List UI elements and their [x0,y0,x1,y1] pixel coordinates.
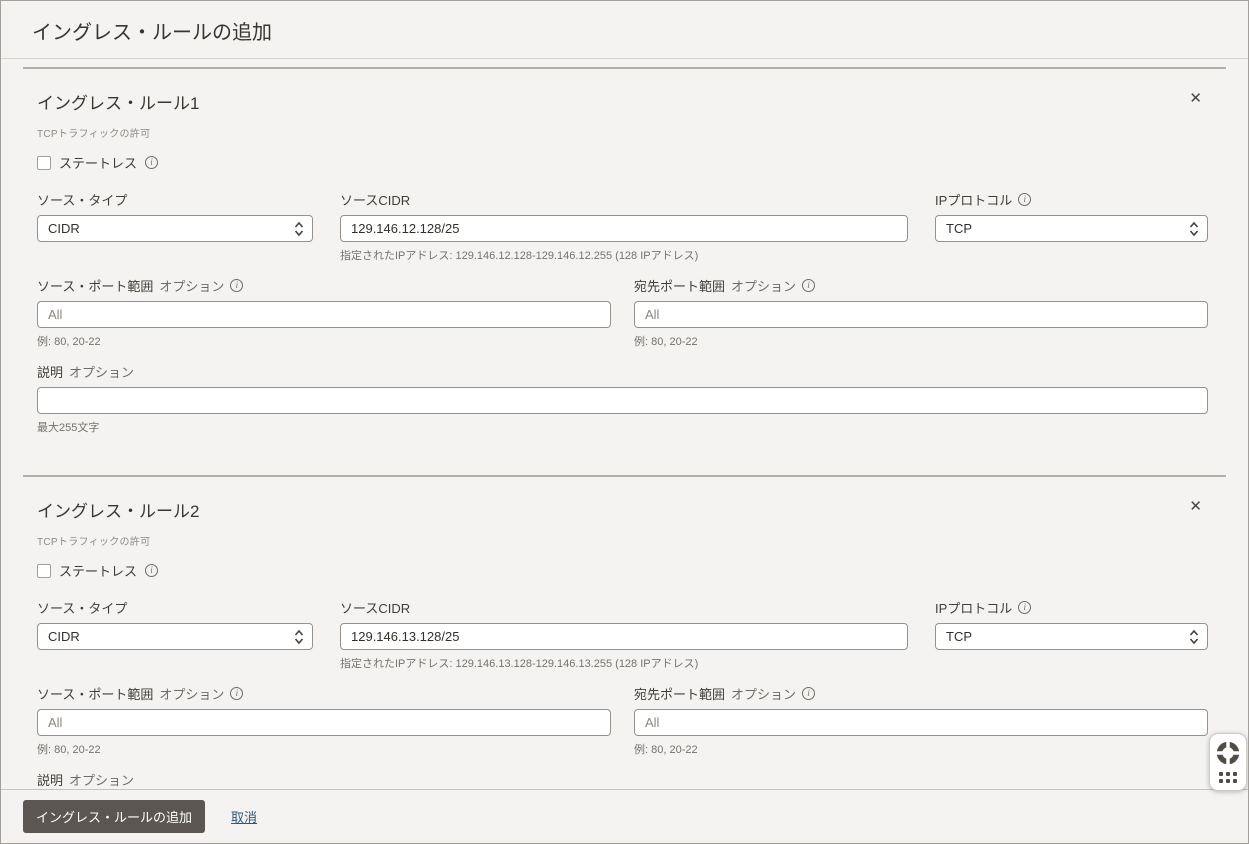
destination-port-input[interactable] [634,709,1208,736]
close-icon[interactable]: ✕ [1183,497,1208,516]
destination-port-label: 宛先ポート範囲 オプション i [634,276,1208,295]
add-ingress-rules-dialog: イングレス・ルールの追加 イングレス・ルール1 ✕ TCPトラフィックの許可 ス… [0,0,1249,844]
info-icon[interactable]: i [145,564,158,577]
source-port-field: ソース・ポート範囲 オプション i 例: 80, 20-22 [37,684,611,757]
source-port-helper: 例: 80, 20-22 [37,333,611,349]
info-icon[interactable]: i [145,156,158,169]
floating-help-widget[interactable] [1209,733,1247,791]
page-title: イングレス・ルールの追加 [32,16,1217,45]
source-cidr-helper: 指定されたIPアドレス: 129.146.12.128-129.146.12.2… [340,247,908,263]
source-cidr-label: ソースCIDR [340,598,908,617]
source-type-field: ソース・タイプ CIDR [37,598,313,671]
rule-header: イングレス・ルール2 ✕ [37,497,1208,522]
info-icon[interactable]: i [1018,193,1031,206]
ip-protocol-select[interactable]: TCP [935,623,1208,650]
ip-protocol-select-wrap: TCP [935,215,1208,242]
ip-protocol-field: IPプロトコル i TCP [935,598,1208,671]
description-label: 説明 オプション [37,770,1208,789]
rule-title: イングレス・ルール2 [37,497,199,522]
destination-port-input[interactable] [634,301,1208,328]
info-icon[interactable]: i [802,687,815,700]
source-type-label: ソース・タイプ [37,598,313,617]
ip-protocol-label: IPプロトコル i [935,598,1208,617]
close-icon[interactable]: ✕ [1183,89,1208,108]
description-label: 説明 オプション [37,362,1208,381]
rule-subtitle: TCPトラフィックの許可 [37,125,1208,140]
rule-row-2: ソース・ポート範囲 オプション i 例: 80, 20-22 宛先ポート範囲 オ… [37,276,1208,349]
stateless-row: ステートレス i [37,153,1208,172]
destination-port-helper: 例: 80, 20-22 [634,741,1208,757]
source-cidr-helper: 指定されたIPアドレス: 129.146.13.128-129.146.13.2… [340,655,908,671]
source-type-select[interactable]: CIDR [37,623,313,650]
rule-row-1: ソース・タイプ CIDR ソースCIDR 指定されたIPアドレス: 129.14… [37,598,1208,671]
stateless-row: ステートレス i [37,561,1208,580]
destination-port-helper: 例: 80, 20-22 [634,333,1208,349]
ip-protocol-select-wrap: TCP [935,623,1208,650]
ip-protocol-select[interactable]: TCP [935,215,1208,242]
source-port-field: ソース・ポート範囲 オプション i 例: 80, 20-22 [37,276,611,349]
source-cidr-input[interactable] [340,215,908,242]
rule-row-3: 説明 オプション 最大255文字 [37,770,1208,789]
source-cidr-field: ソースCIDR 指定されたIPアドレス: 129.146.13.128-129.… [340,598,908,671]
add-ingress-rules-button[interactable]: イングレス・ルールの追加 [23,800,205,833]
rule-header: イングレス・ルール1 ✕ [37,89,1208,114]
source-type-field: ソース・タイプ CIDR [37,190,313,263]
description-helper: 最大255文字 [37,419,1208,435]
ip-protocol-label: IPプロトコル i [935,190,1208,209]
stateless-label: ステートレス [59,561,137,580]
source-type-select-wrap: CIDR [37,215,313,242]
info-icon[interactable]: i [802,279,815,292]
dialog-body: イングレス・ルール1 ✕ TCPトラフィックの許可 ステートレス i ソース・タ… [1,59,1248,789]
stateless-checkbox[interactable] [37,564,51,578]
destination-port-label: 宛先ポート範囲 オプション i [634,684,1208,703]
dialog-header: イングレス・ルールの追加 [1,1,1248,59]
dialog-footer: イングレス・ルールの追加 取消 [1,789,1248,843]
source-cidr-label: ソースCIDR [340,190,908,209]
grid-dots-icon [1219,772,1237,783]
info-icon[interactable]: i [230,687,243,700]
life-ring-icon [1215,740,1241,766]
destination-port-field: 宛先ポート範囲 オプション i 例: 80, 20-22 [634,276,1208,349]
ip-protocol-field: IPプロトコル i TCP [935,190,1208,263]
info-icon[interactable]: i [1018,601,1031,614]
source-cidr-input[interactable] [340,623,908,650]
stateless-checkbox[interactable] [37,156,51,170]
rule-row-3: 説明 オプション 最大255文字 [37,362,1208,435]
cancel-link[interactable]: 取消 [231,807,257,826]
ingress-rule-section-2: イングレス・ルール2 ✕ TCPトラフィックの許可 ステートレス i ソース・タ… [23,475,1226,789]
rule-row-1: ソース・タイプ CIDR ソースCIDR 指定されたIPアドレス: 129.14… [37,190,1208,263]
rule-subtitle: TCPトラフィックの許可 [37,533,1208,548]
source-port-label: ソース・ポート範囲 オプション i [37,684,611,703]
rule-title: イングレス・ルール1 [37,89,199,114]
source-type-label: ソース・タイプ [37,190,313,209]
source-type-select-wrap: CIDR [37,623,313,650]
description-input[interactable] [37,387,1208,414]
source-port-label: ソース・ポート範囲 オプション i [37,276,611,295]
source-port-input[interactable] [37,709,611,736]
source-port-input[interactable] [37,301,611,328]
source-port-helper: 例: 80, 20-22 [37,741,611,757]
source-cidr-field: ソースCIDR 指定されたIPアドレス: 129.146.12.128-129.… [340,190,908,263]
stateless-label: ステートレス [59,153,137,172]
rule-row-2: ソース・ポート範囲 オプション i 例: 80, 20-22 宛先ポート範囲 オ… [37,684,1208,757]
destination-port-field: 宛先ポート範囲 オプション i 例: 80, 20-22 [634,684,1208,757]
info-icon[interactable]: i [230,279,243,292]
ingress-rule-section-1: イングレス・ルール1 ✕ TCPトラフィックの許可 ステートレス i ソース・タ… [23,67,1226,461]
source-type-select[interactable]: CIDR [37,215,313,242]
